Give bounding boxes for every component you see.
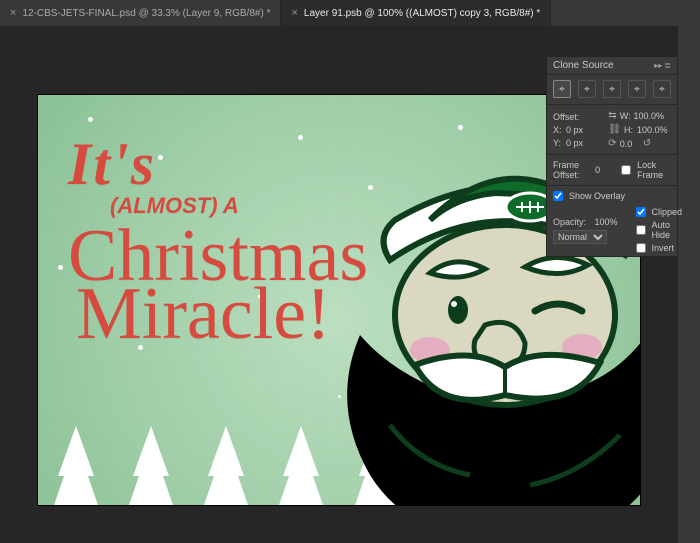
right-toolstrip[interactable] xyxy=(677,26,700,543)
reset-icon[interactable]: ↺ xyxy=(643,138,651,149)
link-icon[interactable]: ⇆ xyxy=(608,110,616,121)
document-tabs: × 12-CBS-JETS-FINAL.psd @ 33.3% (Layer 9… xyxy=(0,0,700,27)
tab-label: 12-CBS-JETS-FINAL.psd @ 33.3% (Layer 9, … xyxy=(22,8,270,19)
lock-frame-label: Lock Frame xyxy=(637,160,671,180)
source-5-button[interactable]: ⌖ xyxy=(653,80,671,98)
source-3-button[interactable]: ⌖ xyxy=(603,80,621,98)
source-1-button[interactable]: ⌖ xyxy=(553,80,571,98)
clone-source-buttons: ⌖ ⌖ ⌖ ⌖ ⌖ xyxy=(547,75,677,102)
close-icon[interactable]: × xyxy=(10,7,16,19)
panel-title: Clone Source xyxy=(553,60,614,71)
show-overlay-label: Show Overlay xyxy=(569,191,625,201)
show-overlay-checkbox[interactable] xyxy=(553,191,563,201)
tab-doc-2[interactable]: × Layer 91.psb @ 100% ((ALMOST) copy 3, … xyxy=(281,0,551,26)
frame-offset-label: Frame Offset: xyxy=(553,160,592,180)
angle-icon: ⟳ xyxy=(608,138,616,149)
invert-checkbox[interactable] xyxy=(636,243,646,253)
constrain-icon[interactable]: ⛓ xyxy=(608,124,621,135)
x-label: X: xyxy=(553,125,563,135)
panel-header[interactable]: Clone Source ▸▸ ≣ xyxy=(547,57,677,75)
scale-w-input[interactable] xyxy=(634,111,668,121)
w-label: W: xyxy=(620,111,631,121)
clipped-checkbox[interactable] xyxy=(636,207,646,217)
auto-hide-label: Auto Hide xyxy=(652,220,683,240)
lock-frame-checkbox[interactable] xyxy=(621,165,631,175)
clipped-label: Clipped xyxy=(652,207,683,217)
y-label: Y: xyxy=(553,138,563,148)
scale-h-input[interactable] xyxy=(637,125,671,135)
auto-hide-checkbox[interactable] xyxy=(636,225,646,235)
offset-label: Offset: xyxy=(553,112,601,122)
source-4-button[interactable]: ⌖ xyxy=(628,80,646,98)
clone-source-panel: Clone Source ▸▸ ≣ ⌖ ⌖ ⌖ ⌖ ⌖ Offset: X: Y… xyxy=(546,56,678,257)
tab-doc-1[interactable]: × 12-CBS-JETS-FINAL.psd @ 33.3% (Layer 9… xyxy=(0,0,281,26)
opacity-input[interactable] xyxy=(595,217,629,227)
angle-input[interactable] xyxy=(620,139,640,149)
h-label: H: xyxy=(624,125,634,135)
tab-label: Layer 91.psb @ 100% ((ALMOST) copy 3, RG… xyxy=(304,8,540,19)
offset-x-input[interactable] xyxy=(566,125,592,135)
offset-y-input[interactable] xyxy=(566,138,592,148)
collapse-icon[interactable]: ▸▸ xyxy=(654,61,662,70)
opacity-label: Opacity: xyxy=(553,217,586,227)
source-2-button[interactable]: ⌖ xyxy=(578,80,596,98)
panel-menu-icon[interactable]: ≣ xyxy=(664,61,671,70)
blend-mode-select[interactable]: Normal xyxy=(553,230,607,244)
close-icon[interactable]: × xyxy=(291,7,297,19)
invert-label: Invert xyxy=(652,243,675,253)
frame-offset-input[interactable] xyxy=(595,165,615,175)
